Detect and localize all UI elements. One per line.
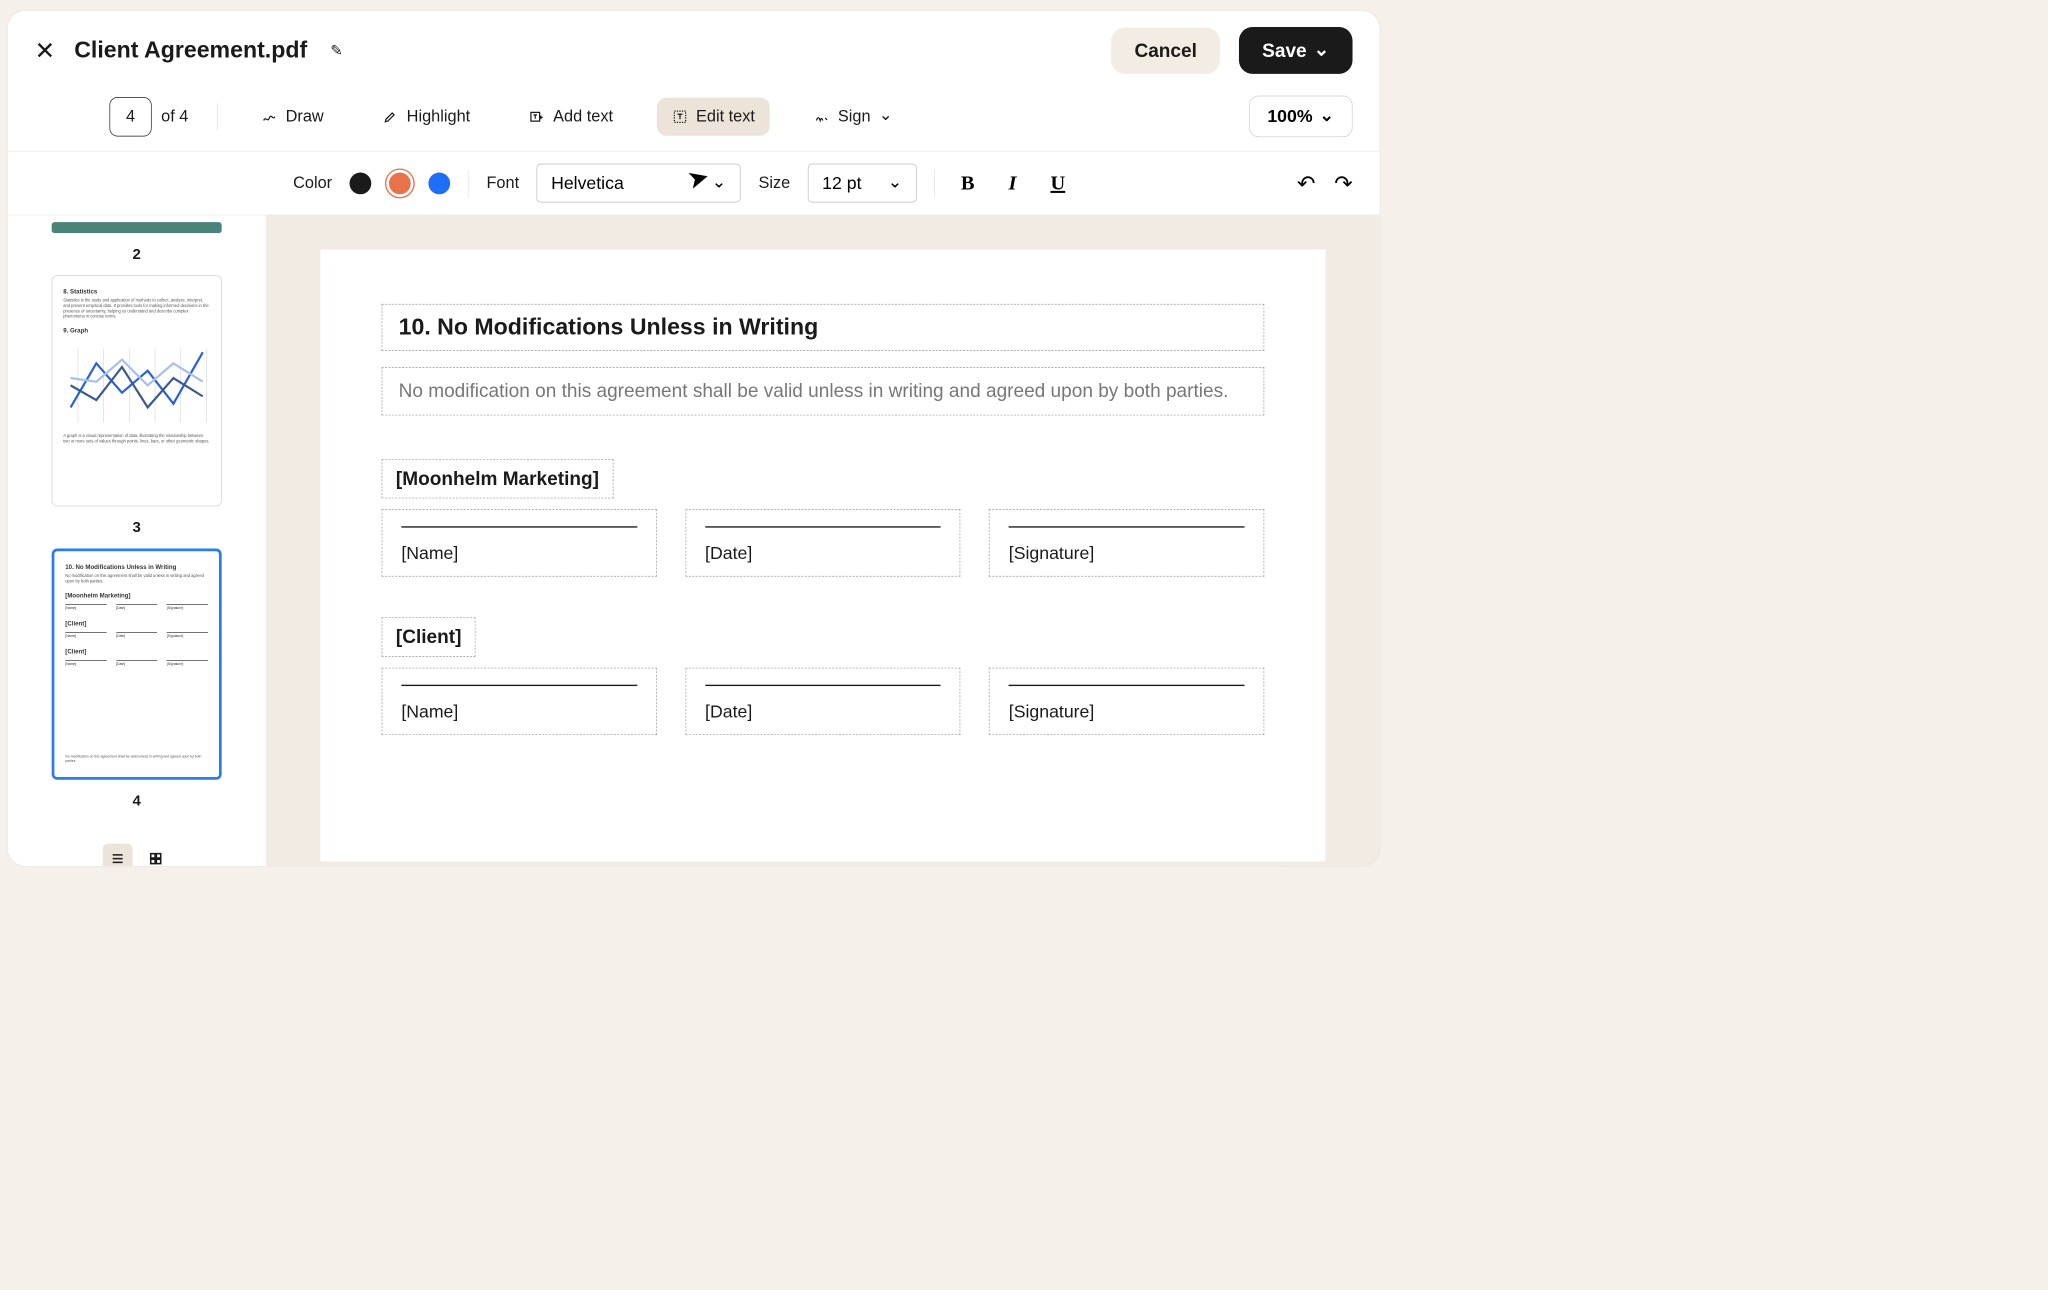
thumbnail-page-4[interactable]: 10. No Modifications Unless in Writing N… — [52, 549, 222, 780]
undo-icon[interactable]: ↶ — [1297, 170, 1315, 196]
document-title: Client Agreement.pdf — [74, 37, 307, 64]
page-4: 10. No Modifications Unless in Writing N… — [320, 249, 1325, 861]
document-canvas[interactable]: 10. No Modifications Unless in Writing N… — [266, 215, 1380, 866]
size-label: Size — [758, 174, 790, 193]
size-dropdown[interactable]: 12 pt ⌄ — [808, 164, 917, 203]
divider — [468, 169, 469, 196]
highlight-tool-button[interactable]: Highlight — [367, 97, 485, 135]
chart-thumbnail-icon — [63, 338, 210, 433]
total-pages-label: of 4 — [161, 107, 188, 126]
edit-text-icon — [672, 108, 688, 124]
save-button-label: Save — [1262, 40, 1306, 62]
editable-heading[interactable]: 10. No Modifications Unless in Writing — [381, 304, 1264, 351]
editable-name-field[interactable]: [Name] — [381, 509, 656, 576]
current-page-input[interactable]: 4 — [109, 97, 151, 136]
thumbnail-page-3[interactable]: 8. Statistics Statistics is the study an… — [52, 275, 222, 506]
edit-text-tool-button[interactable]: Edit text — [657, 97, 770, 135]
editable-signatory-label[interactable]: [Client] — [381, 617, 475, 656]
editable-date-field[interactable]: [Date] — [685, 509, 960, 576]
editable-body[interactable]: No modification on this agreement shall … — [381, 367, 1264, 415]
editable-signature-field[interactable]: [Signature] — [989, 667, 1264, 734]
chevron-down-icon: ⌄ — [1319, 105, 1334, 126]
chevron-down-icon: ⌄ — [1313, 38, 1329, 60]
close-icon[interactable]: ✕ — [35, 36, 56, 65]
grid-view-button[interactable] — [141, 844, 171, 867]
sign-tool-button[interactable]: Sign ⌄ — [798, 97, 907, 136]
color-swatch-black[interactable] — [350, 172, 372, 194]
thumbnail-sidebar: 2 8. Statistics Statistics is the study … — [7, 215, 265, 866]
highlight-icon — [382, 108, 398, 124]
divider — [217, 103, 218, 130]
underline-button[interactable]: U — [1042, 169, 1073, 198]
add-text-tool-button[interactable]: Add text — [514, 97, 628, 135]
color-label: Color — [293, 174, 332, 193]
add-text-icon — [529, 108, 545, 124]
sign-icon — [813, 108, 829, 124]
draw-tool-button[interactable]: Draw — [246, 97, 338, 135]
italic-button[interactable]: I — [1000, 169, 1024, 198]
cancel-button[interactable]: Cancel — [1111, 27, 1220, 73]
editable-signatory-label[interactable]: [Moonhelm Marketing] — [381, 459, 613, 498]
thumbnail-label: 2 — [133, 245, 141, 263]
draw-icon — [261, 108, 277, 124]
thumbnail-page-2-partial[interactable] — [52, 222, 222, 233]
editable-signature-field[interactable]: [Signature] — [989, 509, 1264, 576]
color-swatch-blue[interactable] — [429, 172, 451, 194]
chevron-down-icon: ⌄ — [879, 105, 893, 125]
save-button[interactable]: Save ⌄ — [1239, 27, 1352, 74]
zoom-dropdown[interactable]: 100% ⌄ — [1249, 96, 1353, 137]
thumbnail-label: 4 — [133, 792, 141, 810]
divider — [934, 169, 935, 196]
color-swatch-orange[interactable] — [389, 172, 411, 194]
font-dropdown[interactable]: Helvetica ⌄ — [537, 164, 741, 203]
list-view-button[interactable] — [103, 844, 133, 867]
page-indicator: 4 of 4 — [109, 97, 188, 136]
edit-title-icon[interactable]: ✎ — [330, 42, 343, 60]
font-label: Font — [486, 174, 519, 193]
chevron-down-icon: ⌄ — [712, 171, 727, 192]
editable-date-field[interactable]: [Date] — [685, 667, 960, 734]
chevron-down-icon: ⌄ — [888, 171, 903, 192]
thumbnail-label: 3 — [133, 519, 141, 537]
bold-button[interactable]: B — [953, 169, 983, 198]
redo-icon[interactable]: ↷ — [1334, 170, 1352, 196]
editable-name-field[interactable]: [Name] — [381, 667, 656, 734]
